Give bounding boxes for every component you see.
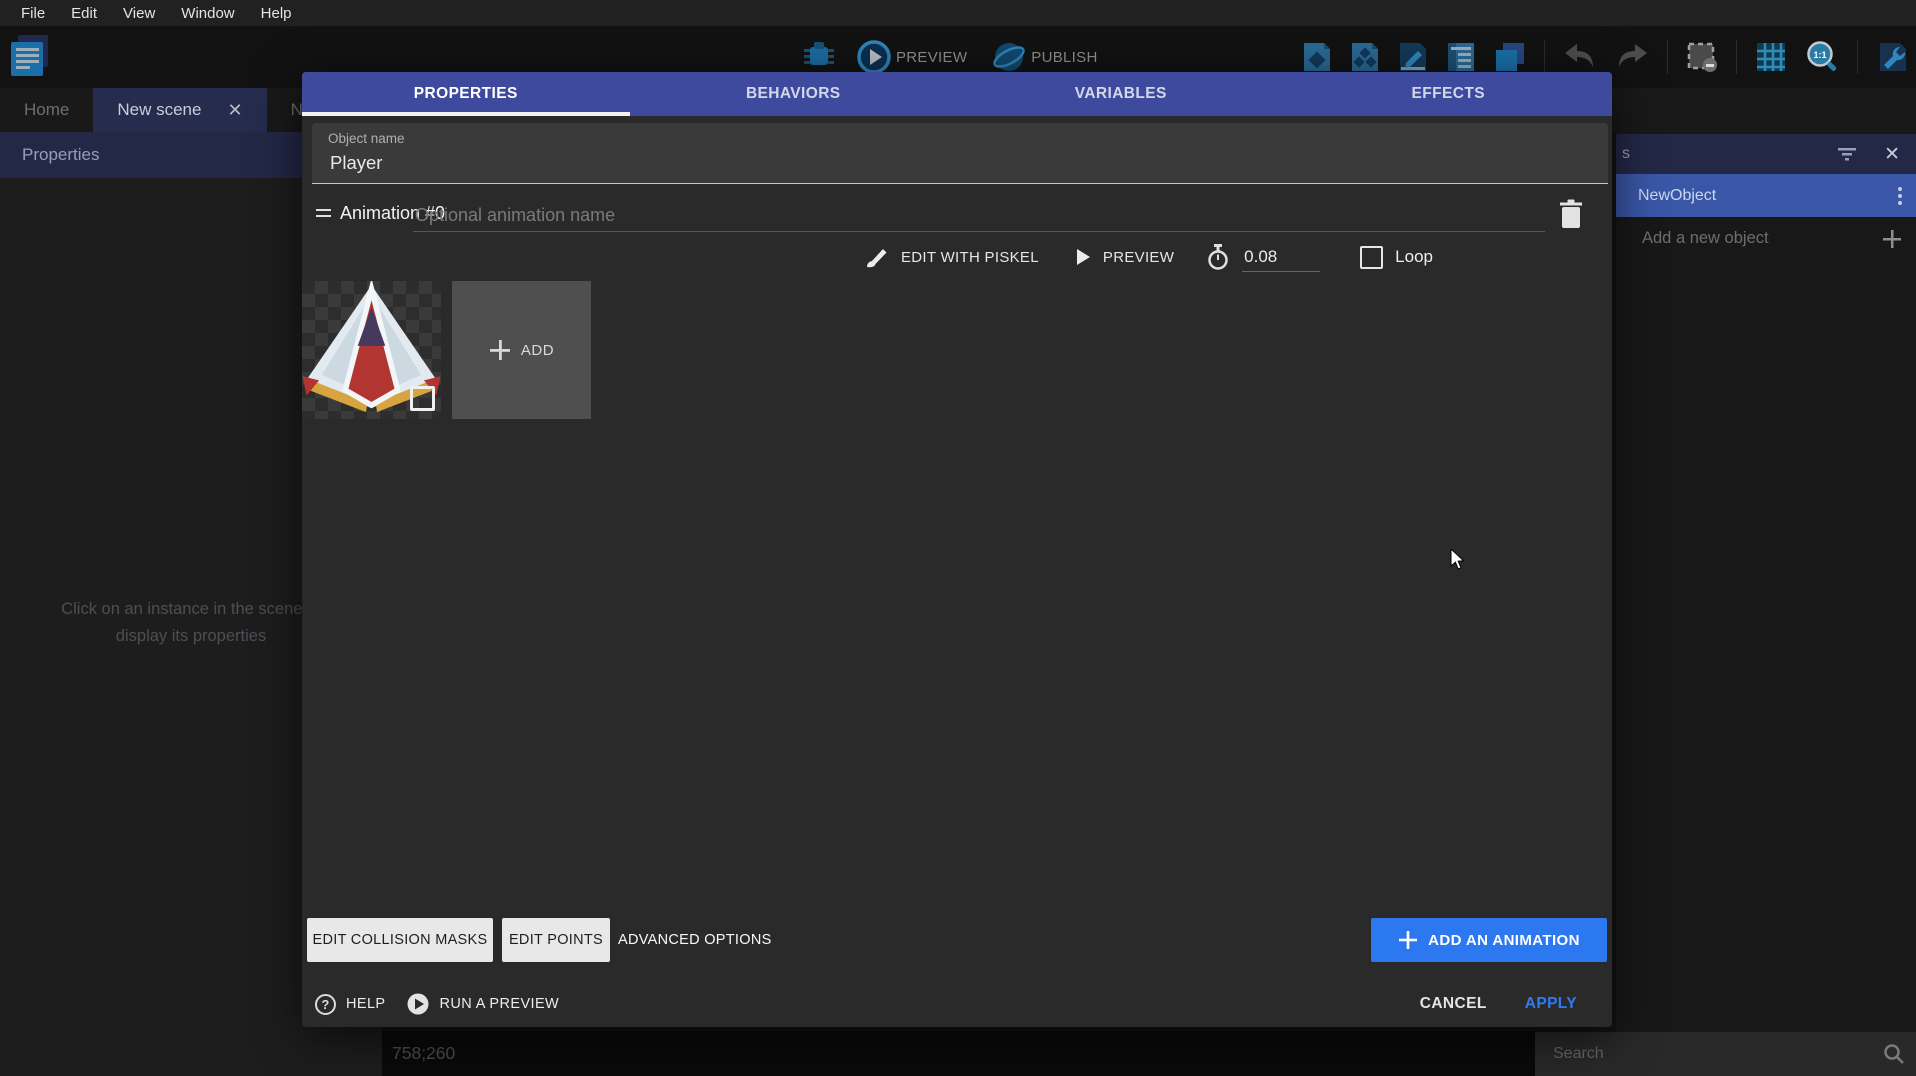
toolbar-separator xyxy=(1736,40,1737,74)
loop-checkbox[interactable] xyxy=(1360,246,1383,269)
time-between-frames-input[interactable] xyxy=(1242,243,1320,272)
preview-label: PREVIEW xyxy=(896,49,967,66)
run-a-preview-button[interactable]: RUN A PREVIEW xyxy=(407,993,559,1015)
object-name-field[interactable]: Object name xyxy=(312,123,1608,184)
add-frame-tile[interactable]: ADD xyxy=(452,281,591,419)
add-an-animation-button[interactable]: ADD AN ANIMATION xyxy=(1371,918,1607,962)
add-new-object-row[interactable]: Add a new object xyxy=(1616,217,1916,260)
properties-panel-title: Properties xyxy=(22,145,99,165)
search-input[interactable] xyxy=(1551,1044,1882,1064)
object-name-label: Object name xyxy=(328,131,405,146)
edit-points-button[interactable]: EDIT POINTS xyxy=(502,918,610,962)
apply-button[interactable]: APPLY xyxy=(1525,995,1577,1013)
plus-icon xyxy=(489,339,511,361)
menu-bar: File Edit View Window Help xyxy=(0,0,1916,26)
menu-window[interactable]: Window xyxy=(168,0,247,26)
object-menu-icon[interactable] xyxy=(1898,187,1902,205)
dialog-tab-effects[interactable]: EFFECTS xyxy=(1285,72,1613,116)
edit-collision-masks-button[interactable]: EDIT COLLISION MASKS xyxy=(307,918,493,962)
help-button[interactable]: ? HELP xyxy=(315,994,385,1015)
frame-select-checkbox[interactable] xyxy=(410,386,435,411)
debugger-icon[interactable] xyxy=(800,39,838,75)
scene-status-bar: 758;260 xyxy=(382,1031,1535,1076)
brush-icon xyxy=(865,245,889,269)
objects-panel: s ✕ NewObject Add a new object xyxy=(1616,88,1916,1076)
objects-groups-icon[interactable] xyxy=(1350,41,1380,73)
cursor-coordinates: 758;260 xyxy=(392,1043,455,1064)
publish-icon xyxy=(991,39,1027,75)
toolbar-separator xyxy=(1857,40,1858,74)
scene-objects-icon[interactable] xyxy=(1302,41,1332,73)
help-icon: ? xyxy=(315,994,336,1015)
close-tab-icon[interactable]: ✕ xyxy=(227,100,242,121)
dialog-footer-row: ? HELP RUN A PREVIEW CANCEL APPLY xyxy=(315,984,1599,1024)
toolbar-separator xyxy=(1667,40,1668,74)
cancel-button[interactable]: CANCEL xyxy=(1420,995,1487,1013)
events-sheet-icon[interactable] xyxy=(1446,41,1476,73)
object-list-item-selected[interactable]: NewObject xyxy=(1616,174,1916,217)
play-icon xyxy=(1075,248,1091,266)
search-bar[interactable] xyxy=(1535,1032,1916,1076)
publish-button[interactable]: PUBLISH xyxy=(991,39,1097,75)
run-preview-icon xyxy=(407,993,429,1015)
mouse-cursor xyxy=(1450,549,1470,571)
plus-icon xyxy=(1398,930,1418,950)
drag-handle-icon[interactable] xyxy=(316,209,331,221)
menu-file[interactable]: File xyxy=(8,0,58,26)
close-panel-icon[interactable]: ✕ xyxy=(1884,143,1900,166)
timer-icon xyxy=(1206,244,1230,271)
loop-label: Loop xyxy=(1395,247,1433,267)
tab-home[interactable]: Home xyxy=(0,88,93,132)
objects-panel-title-partial: s xyxy=(1622,145,1630,163)
objects-panel-header: s ✕ xyxy=(1616,134,1916,174)
dialog-tab-bar: PROPERTIES BEHAVIORS VARIABLES EFFECTS xyxy=(302,72,1612,116)
undo-icon[interactable] xyxy=(1563,43,1597,71)
animation-frame-thumbnail[interactable] xyxy=(302,281,441,419)
preview-button[interactable]: PREVIEW xyxy=(856,39,967,75)
menu-help[interactable]: Help xyxy=(248,0,305,26)
publish-label: PUBLISH xyxy=(1031,49,1097,66)
menu-view[interactable]: View xyxy=(110,0,168,26)
dialog-action-row: EDIT COLLISION MASKS EDIT POINTS ADVANCE… xyxy=(307,918,1607,962)
zoom-1-1-icon[interactable]: 1:1 xyxy=(1805,40,1839,74)
search-icon xyxy=(1882,1042,1906,1066)
animation-tools-row: EDIT WITH PISKEL PREVIEW Loop xyxy=(302,238,1433,276)
filter-icon[interactable] xyxy=(1838,147,1856,161)
layers-icon[interactable] xyxy=(1494,41,1526,73)
mask-icon[interactable] xyxy=(1686,41,1718,73)
edit-scene-icon[interactable] xyxy=(1398,41,1428,73)
preview-animation-button[interactable]: PREVIEW xyxy=(1103,249,1174,266)
tools-icon[interactable] xyxy=(1876,41,1908,73)
dialog-tab-properties[interactable]: PROPERTIES xyxy=(302,72,630,116)
project-manager-icon[interactable] xyxy=(8,33,52,79)
toolbar-separator xyxy=(1544,40,1545,74)
edit-with-piskel-button[interactable]: EDIT WITH PISKEL xyxy=(901,249,1039,266)
delete-animation-icon[interactable] xyxy=(1558,199,1584,229)
dialog-tab-variables[interactable]: VARIABLES xyxy=(957,72,1285,116)
grid-icon[interactable] xyxy=(1755,41,1787,73)
preview-play-icon xyxy=(856,39,892,75)
redo-icon[interactable] xyxy=(1615,43,1649,71)
object-name-input[interactable] xyxy=(328,151,1592,175)
menu-edit[interactable]: Edit xyxy=(58,0,110,26)
advanced-options-button[interactable]: ADVANCED OPTIONS xyxy=(618,918,772,962)
dialog-tab-behaviors[interactable]: BEHAVIORS xyxy=(630,72,958,116)
animation-header-row: Animation #0 xyxy=(312,195,1602,235)
svg-text:1:1: 1:1 xyxy=(1813,50,1826,60)
animation-name-input[interactable] xyxy=(413,199,1545,232)
object-editor-dialog: PROPERTIES BEHAVIORS VARIABLES EFFECTS O… xyxy=(302,72,1612,1027)
tab-new-scene[interactable]: New scene ✕ xyxy=(93,88,266,132)
add-object-plus-icon xyxy=(1882,229,1902,249)
